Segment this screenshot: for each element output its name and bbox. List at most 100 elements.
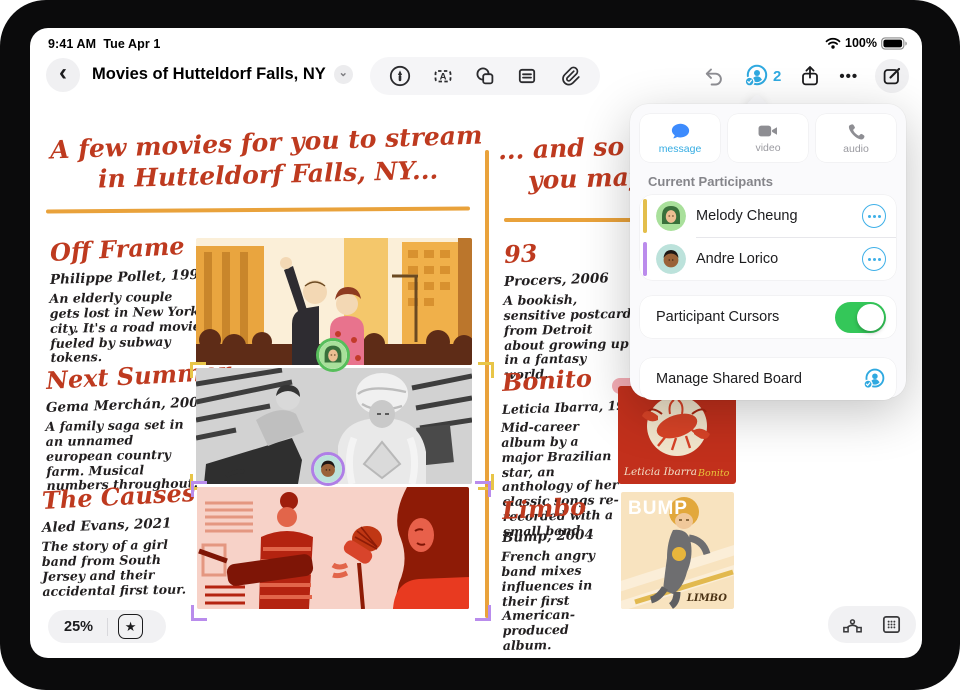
cover-label-text: BUMP xyxy=(628,498,688,520)
video-camera-icon xyxy=(757,122,779,140)
participant-cursor-melody xyxy=(316,338,350,372)
movie-still-the-causes[interactable] xyxy=(197,487,469,609)
clock: 9:41 AM xyxy=(48,37,96,51)
participant-name: Melody Cheung xyxy=(696,208,798,224)
participant-options-button[interactable] xyxy=(862,247,886,271)
status-bar-right: 100% xyxy=(825,36,908,50)
back-button[interactable]: ‹ xyxy=(46,58,80,92)
selection-corner xyxy=(191,481,207,497)
collaboration-people-icon xyxy=(743,63,769,89)
movie-byline: Aled Evans, 2021 xyxy=(42,514,202,536)
ipad-frame: 9:41 AM Tue Apr 1 100% ‹ Movies of Hutte… xyxy=(0,0,960,690)
note-tool-button[interactable] xyxy=(515,64,539,88)
phone-icon xyxy=(847,122,866,141)
movie-note-the-causes[interactable]: The Causes Aled Evans, 2021 The story of… xyxy=(42,486,202,599)
svg-text:A: A xyxy=(439,72,446,83)
album-title: 93 xyxy=(503,233,632,269)
movie-description: The story of a girl band from South Jers… xyxy=(41,537,202,599)
avatar xyxy=(656,201,686,231)
movie-note-next-summer[interactable]: Next Summer Gema Merchán, 2002 A family … xyxy=(46,366,204,494)
participant-cursors-toggle[interactable] xyxy=(835,302,886,333)
album-cover-limbo[interactable]: BUMP LIMBO xyxy=(621,492,734,609)
canvas-heading-right-line1[interactable]: ... and so xyxy=(498,132,625,165)
board-title-menu[interactable]: Movies of Hutteldorf Falls, NY ⌄ xyxy=(92,65,353,84)
movie-byline: Gema Merchán, 2002 xyxy=(46,394,204,416)
participant-cursors-row: Participant Cursors xyxy=(640,296,896,338)
cover-title-text: LIMBO xyxy=(687,593,727,604)
connector-lines-button[interactable] xyxy=(841,613,864,636)
participants-section-header: Current Participants xyxy=(648,174,906,189)
album-byline: Leticia Ibarra, 1986 xyxy=(502,398,622,417)
undo-icon[interactable] xyxy=(702,64,726,88)
selection-corner xyxy=(191,605,207,621)
draw-tool-button[interactable] xyxy=(388,64,412,88)
toggle-knob xyxy=(857,304,884,331)
more-options-icon[interactable]: ••• xyxy=(839,68,858,85)
participants-card: Melody Cheung Andre Lorico xyxy=(640,195,896,280)
manage-shared-board-row[interactable]: Manage Shared Board xyxy=(640,358,896,400)
participant-cursor-andre xyxy=(311,452,345,486)
attachment-paperclip-button[interactable] xyxy=(558,64,582,88)
cover-title-text: Bonito xyxy=(698,468,729,479)
message-button[interactable]: message xyxy=(640,114,720,162)
canvas-heading-right-line2[interactable]: you may xyxy=(528,162,644,195)
battery-icon xyxy=(881,37,908,50)
star-icon: ★ xyxy=(125,619,137,635)
text-tool-button[interactable]: A xyxy=(431,64,455,88)
shapes-tool-button[interactable] xyxy=(473,64,497,88)
album-byline: Procers, 2006 xyxy=(504,270,632,290)
participant-color-bar xyxy=(643,242,647,276)
status-bar-left: 9:41 AM Tue Apr 1 xyxy=(48,37,160,51)
video-button[interactable]: video xyxy=(728,114,808,162)
battery-percent: 100% xyxy=(845,36,877,50)
compose-icon xyxy=(880,64,904,88)
zoom-level-button[interactable]: 25% xyxy=(64,619,93,635)
participant-row-melody[interactable]: Melody Cheung xyxy=(640,195,896,237)
collaborator-count-badge: 2 xyxy=(773,68,781,85)
grid-select-button[interactable] xyxy=(880,613,903,636)
page-title: Movies of Hutteldorf Falls, NY xyxy=(92,65,326,84)
screen: 9:41 AM Tue Apr 1 100% ‹ Movies of Hutte… xyxy=(30,28,922,658)
participant-color-bar xyxy=(643,199,647,233)
action-toolbar: 2 ••• xyxy=(702,57,909,95)
manage-board-people-icon xyxy=(862,367,886,391)
share-icon[interactable] xyxy=(798,64,822,88)
canvas-heading-left-line2[interactable]: in Hutteldorf Falls, NY... xyxy=(98,156,439,194)
movie-byline: Philippe Pollet, 1993 xyxy=(50,267,202,288)
album-description: French angry band mixes influences in th… xyxy=(501,548,621,654)
selection-corner xyxy=(478,362,494,378)
participant-cursors-label: Participant Cursors xyxy=(656,309,779,325)
collaboration-popover: message video audio Current Participants… xyxy=(630,104,906,398)
participant-options-button[interactable] xyxy=(862,204,886,228)
album-note-limbo[interactable]: Limbo Bump, 2004 French angry band mixes… xyxy=(502,496,620,654)
wifi-icon xyxy=(825,37,841,49)
album-cover-bonito[interactable]: Leticia Ibarra Bonito xyxy=(618,386,736,484)
favorite-star-button[interactable]: ★ xyxy=(118,614,143,639)
new-board-button[interactable] xyxy=(875,59,909,93)
date: Tue Apr 1 xyxy=(103,37,160,51)
audio-button[interactable]: audio xyxy=(816,114,896,162)
chevron-down-icon[interactable]: ⌄ xyxy=(334,65,353,84)
zoom-control: 25% ★ xyxy=(48,610,166,643)
chat-bubble-icon xyxy=(670,122,691,141)
divider-line-left xyxy=(46,207,470,214)
audio-label: audio xyxy=(843,143,869,155)
participant-row-andre[interactable]: Andre Lorico xyxy=(640,238,896,280)
collaboration-button[interactable]: 2 xyxy=(743,63,781,89)
communication-actions: message video audio xyxy=(630,104,906,162)
participant-name: Andre Lorico xyxy=(696,251,778,267)
divider-line-right xyxy=(504,218,636,222)
insert-toolbar: A xyxy=(370,57,600,95)
message-label: message xyxy=(659,143,702,155)
divider-line-vertical xyxy=(485,150,489,618)
back-chevron-icon: ‹ xyxy=(59,59,67,87)
avatar xyxy=(656,244,686,274)
movie-note-off-frame[interactable]: Off Frame Philippe Pollet, 1993 An elder… xyxy=(50,238,202,366)
pill-divider xyxy=(107,618,108,636)
selection-corner xyxy=(190,362,206,378)
selection-corner xyxy=(475,481,491,497)
album-title: Limbo xyxy=(501,490,620,525)
movie-description: An elderly couple gets lost in New York … xyxy=(49,289,202,366)
canvas-options xyxy=(828,606,916,643)
album-byline: Bump, 2004 xyxy=(502,526,620,546)
